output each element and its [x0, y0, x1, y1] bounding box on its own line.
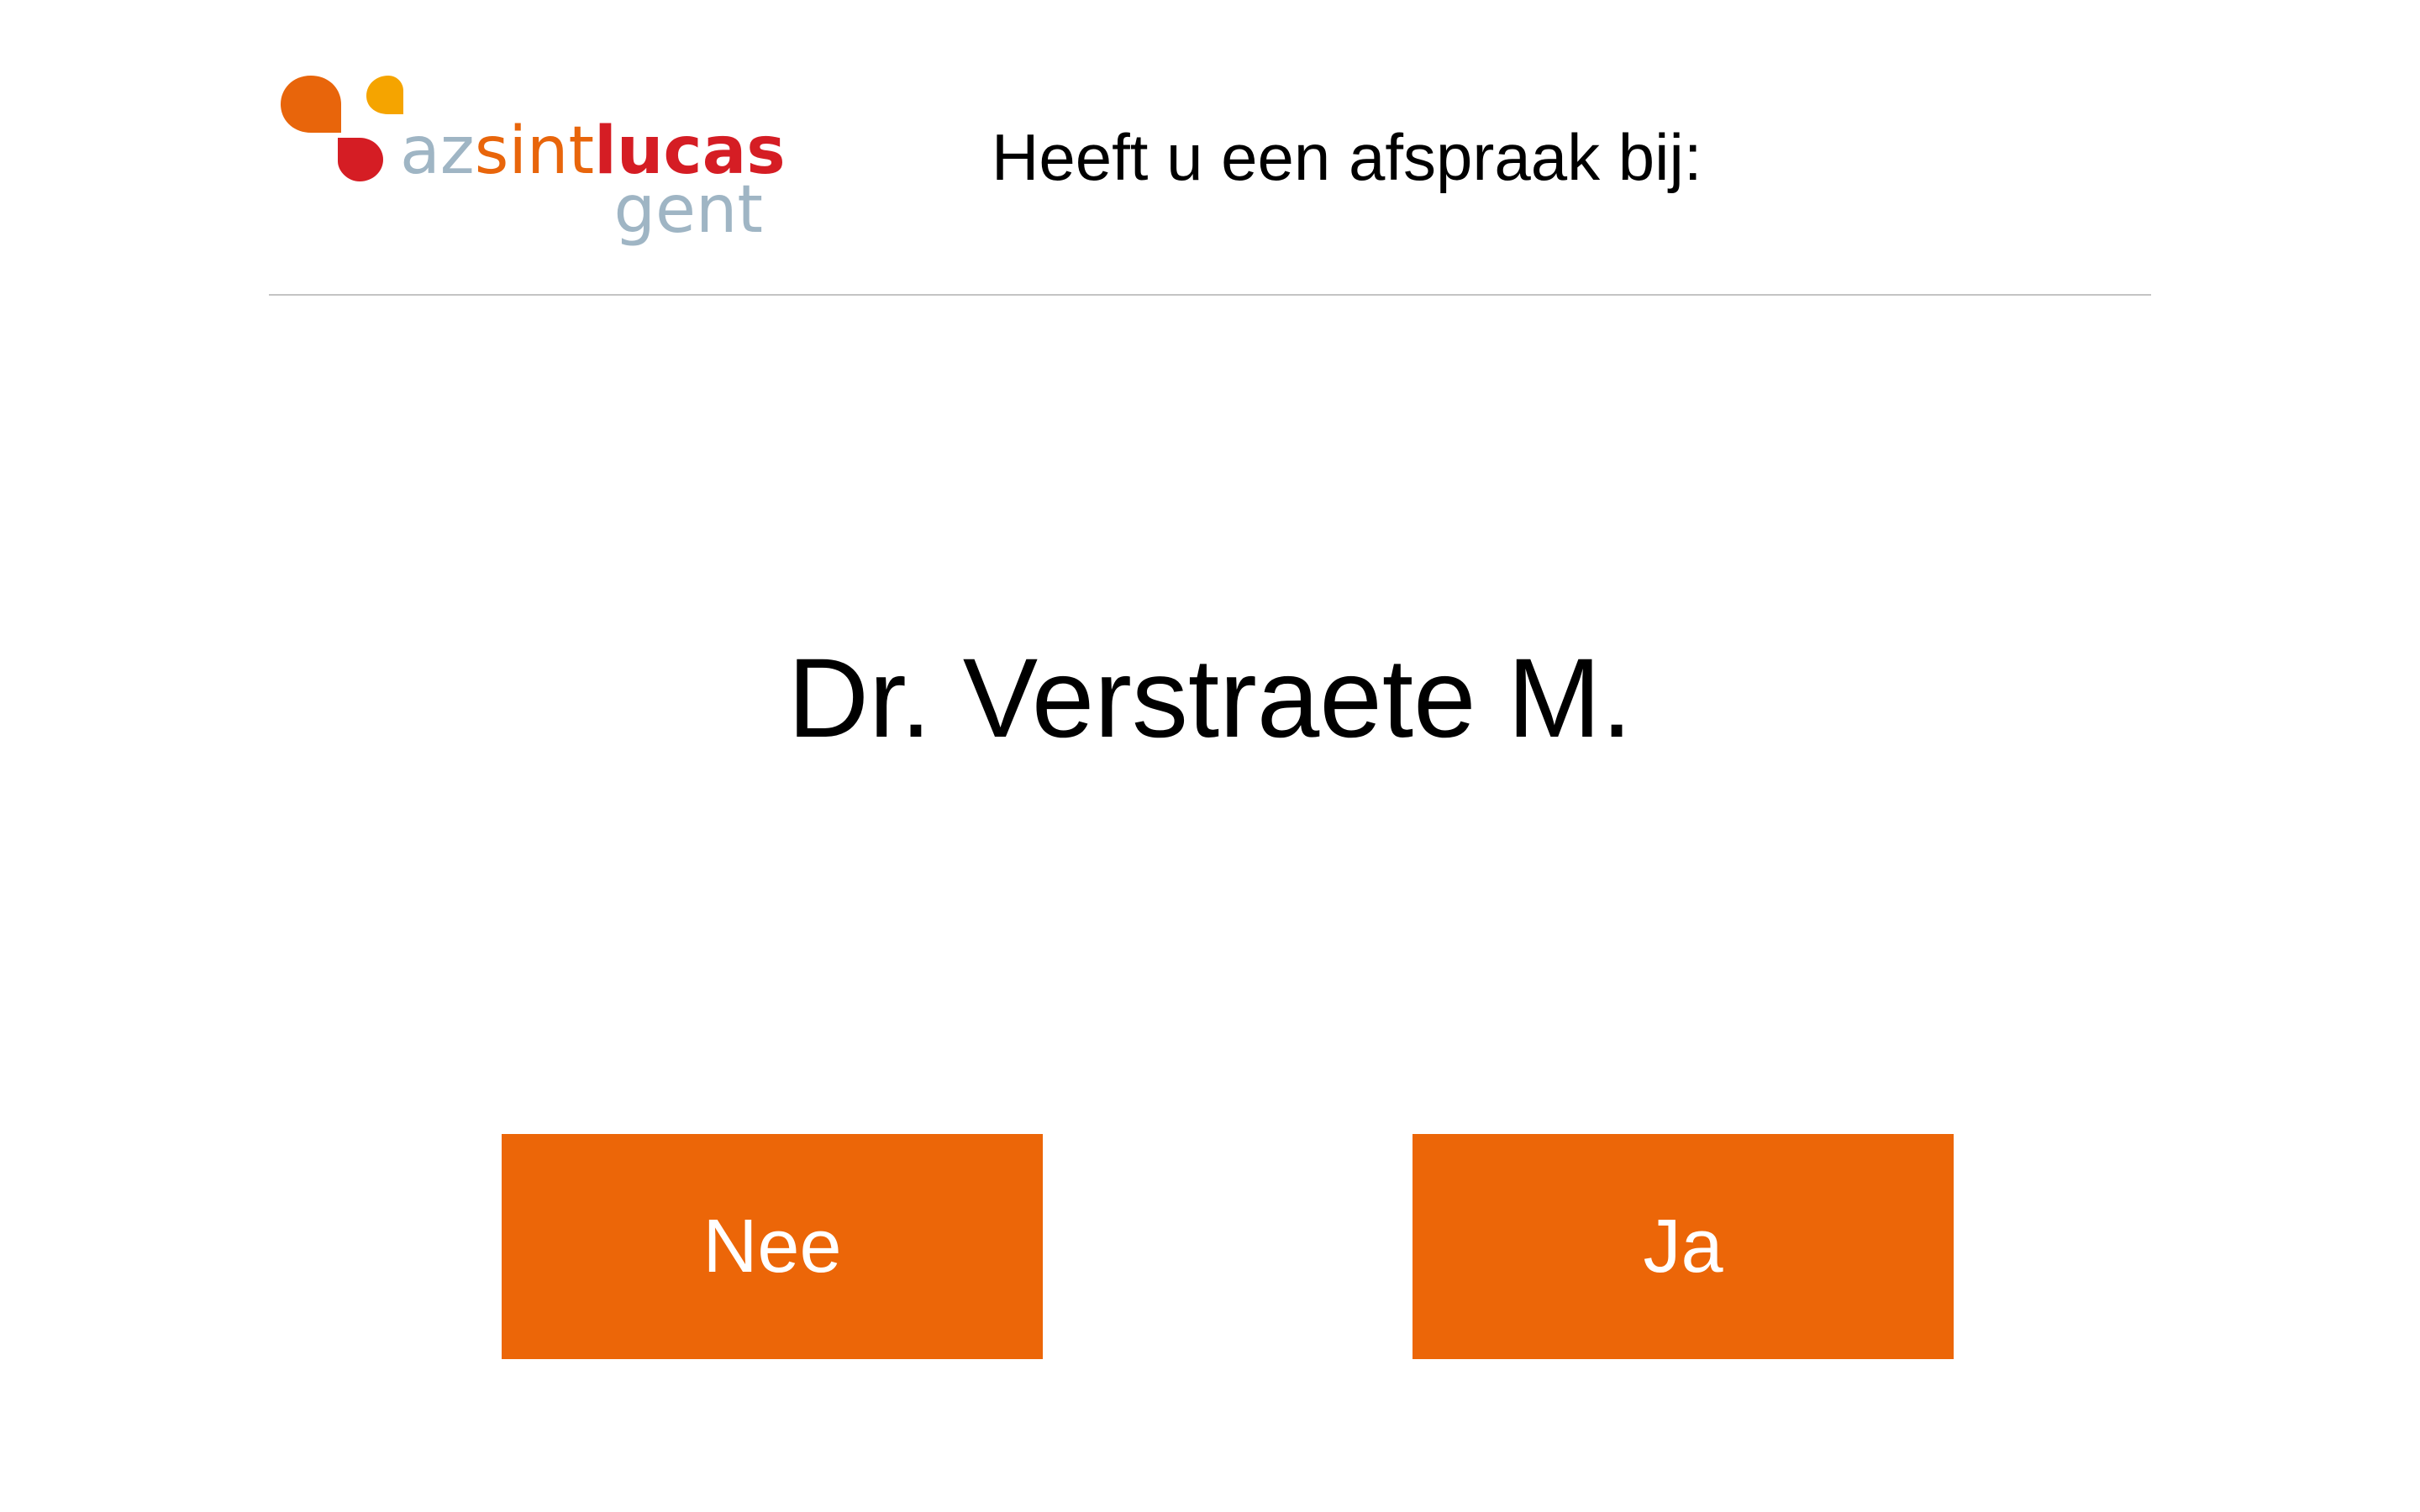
logo-word-sint: sint — [475, 113, 594, 189]
yes-button-label: Ja — [1643, 1204, 1723, 1289]
logo-word-gent: gent — [613, 172, 763, 248]
no-button[interactable]: Nee — [502, 1134, 1043, 1359]
logo-red-petal — [338, 138, 383, 181]
appointment-question: Heeft u een afspraak bij: — [992, 120, 1702, 194]
logo-graphic: azsintlucas gent — [281, 76, 786, 248]
yes-button[interactable]: Ja — [1413, 1134, 1954, 1359]
doctor-name: Dr. Verstraete M. — [787, 636, 1633, 761]
logo-word-az: az — [400, 113, 475, 189]
header-divider — [269, 294, 2151, 296]
hospital-logo: azsintlucas gent — [277, 72, 798, 257]
no-button-label: Nee — [702, 1204, 842, 1289]
logo-orange-petal — [281, 76, 341, 133]
logo-yellow-petal — [366, 76, 403, 114]
